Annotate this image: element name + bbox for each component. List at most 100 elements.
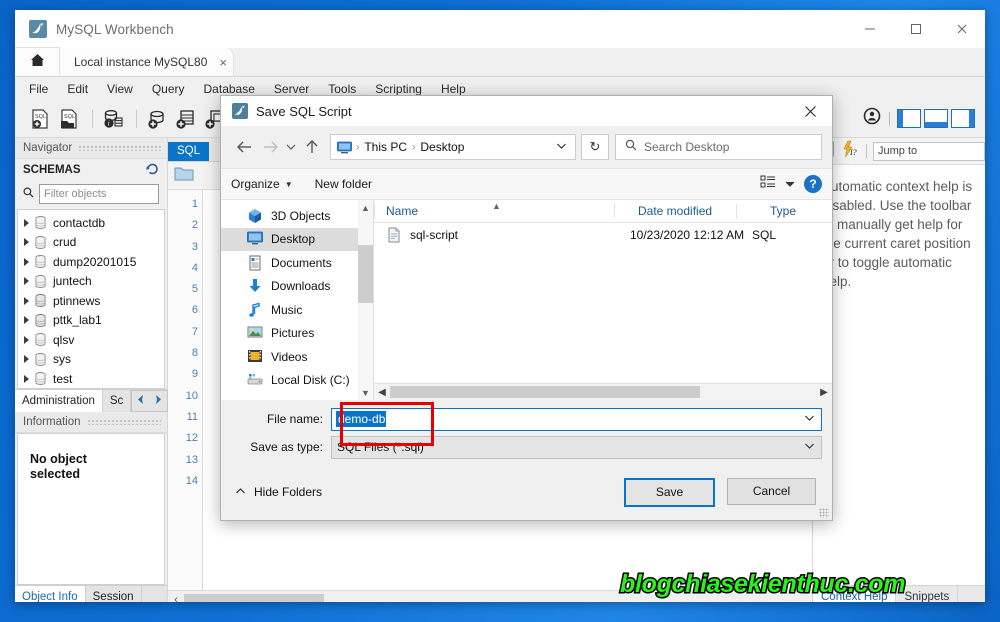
chevron-down-icon[interactable] <box>804 414 815 425</box>
help-icon[interactable]: ? <box>804 175 822 193</box>
breadcrumb-this-pc[interactable]: This PC <box>360 140 411 154</box>
expand-triangle-icon[interactable] <box>24 257 29 266</box>
refresh-button[interactable]: ↻ <box>581 134 609 160</box>
hide-folders-button[interactable]: Hide Folders <box>235 485 322 499</box>
organize-button[interactable]: Organize ▼ <box>231 177 293 191</box>
save-button[interactable]: Save <box>624 477 715 507</box>
arrow-up-icon[interactable] <box>299 134 325 160</box>
column-header-type[interactable]: Type <box>758 204 796 218</box>
tab-object-info[interactable]: Object Info <box>15 586 86 602</box>
tab-session[interactable]: Session <box>86 586 142 602</box>
chevron-down-icon[interactable] <box>785 175 795 193</box>
search-box[interactable]: Search Desktop <box>615 134 822 160</box>
menu-item-query[interactable]: Query <box>152 82 185 96</box>
nav-item-music[interactable]: Music <box>221 298 373 322</box>
schema-item[interactable]: dump20201015 <box>18 252 164 272</box>
address-bar[interactable]: › This PC › Desktop <box>330 134 576 160</box>
dialog-close-button[interactable] <box>788 96 832 126</box>
chevron-down-icon[interactable] <box>556 142 567 153</box>
file-name-combobox[interactable]: demo-db <box>331 407 822 431</box>
scroll-left-arrow-icon[interactable]: ◀ <box>374 387 390 398</box>
file-row[interactable]: sql-script 10/23/2020 12:12 AM SQL <box>374 223 832 247</box>
minimize-icon[interactable] <box>847 10 893 48</box>
schema-item[interactable]: contactdb <box>18 213 164 233</box>
nav-pane-scrollbar[interactable]: ▲ ▼ <box>358 200 373 400</box>
scrollbar-thumb[interactable] <box>358 245 373 303</box>
scroll-right-arrow-icon[interactable]: ▶ <box>816 387 832 398</box>
tab-administration[interactable]: Administration <box>15 390 103 412</box>
arrow-right-icon[interactable] <box>152 392 163 410</box>
new-schema-icon[interactable] <box>144 106 170 132</box>
close-icon[interactable] <box>939 10 985 48</box>
scrollbar-thumb[interactable] <box>390 386 700 398</box>
menu-item-scripting[interactable]: Scripting <box>375 82 422 96</box>
expand-triangle-icon[interactable] <box>24 374 29 383</box>
scroll-down-arrow-icon[interactable]: ▼ <box>358 385 373 400</box>
expand-triangle-icon[interactable] <box>24 218 29 227</box>
filter-objects-input[interactable]: Filter objects <box>39 184 159 204</box>
new-table-icon[interactable] <box>173 106 199 132</box>
nav-item-pictures[interactable]: Pictures <box>221 322 373 346</box>
nav-item-downloads[interactable]: Downloads <box>221 275 373 299</box>
column-header-date-modified[interactable]: Date modified <box>626 204 758 218</box>
chevron-down-icon[interactable] <box>283 134 299 160</box>
schema-item[interactable]: qlsv <box>18 330 164 350</box>
folder-icon[interactable] <box>174 165 194 187</box>
expand-triangle-icon[interactable] <box>24 277 29 286</box>
menu-item-help[interactable]: Help <box>441 82 466 96</box>
menu-item-tools[interactable]: Tools <box>328 82 356 96</box>
toggle-sidebar-icon[interactable] <box>897 109 921 128</box>
expand-triangle-icon[interactable] <box>24 238 29 247</box>
tab-snippets[interactable]: Snippets <box>896 586 959 602</box>
new-folder-button[interactable]: New folder <box>315 177 372 191</box>
tab-schemas[interactable]: Sc <box>103 390 132 412</box>
nav-item-desktop[interactable]: Desktop <box>221 227 373 251</box>
arrow-back-icon[interactable] <box>231 134 257 160</box>
nav-item-3d-objects[interactable]: 3D Objects <box>221 204 373 228</box>
nav-item-local-disk-c[interactable]: Local Disk (C:) <box>221 369 373 393</box>
scroll-up-arrow-icon[interactable]: ▲ <box>358 200 373 215</box>
search-input[interactable]: Search Desktop <box>644 140 729 154</box>
expand-triangle-icon[interactable] <box>24 355 29 364</box>
toggle-output-icon[interactable] <box>924 109 948 128</box>
open-sql-file-icon[interactable]: SQL <box>56 106 82 132</box>
auto-context-help-icon[interactable]: I? <box>842 140 860 163</box>
menu-item-edit[interactable]: Edit <box>67 82 88 96</box>
file-name-input[interactable]: demo-db <box>336 411 387 427</box>
new-sql-file-icon[interactable]: SQL <box>27 106 53 132</box>
breadcrumb-desktop[interactable]: Desktop <box>416 140 468 154</box>
schema-item[interactable]: crud <box>18 233 164 253</box>
expand-triangle-icon[interactable] <box>24 335 29 344</box>
view-layout-icon[interactable] <box>760 175 776 194</box>
menu-item-server[interactable]: Server <box>274 82 309 96</box>
file-list-horizontal-scrollbar[interactable]: ◀ ▶ <box>374 383 832 400</box>
menu-item-database[interactable]: Database <box>204 82 255 96</box>
admin-shield-icon[interactable] <box>863 107 881 130</box>
nav-item-videos[interactable]: Videos <box>221 345 373 369</box>
resize-grip[interactable] <box>819 508 829 518</box>
cancel-button[interactable]: Cancel <box>727 477 816 505</box>
chevron-left-icon[interactable]: ‹ <box>168 594 184 603</box>
schema-item[interactable]: sys <box>18 350 164 370</box>
expand-triangle-icon[interactable] <box>24 296 29 305</box>
maximize-icon[interactable] <box>893 10 939 48</box>
schema-item[interactable]: pttk_lab1 <box>18 311 164 331</box>
toggle-secondary-sidebar-icon[interactable] <box>951 109 975 128</box>
jump-to-input[interactable]: Jump to <box>873 141 985 161</box>
expand-triangle-icon[interactable] <box>24 316 29 325</box>
menu-item-file[interactable]: File <box>29 82 48 96</box>
schema-item[interactable]: test <box>18 369 164 388</box>
schema-item[interactable]: juntech <box>18 272 164 292</box>
connection-tab[interactable]: Local instance MySQL80 × <box>60 48 234 76</box>
nav-item-documents[interactable]: Documents <box>221 251 373 275</box>
chevron-down-icon[interactable] <box>804 442 815 453</box>
close-tab-icon[interactable]: × <box>219 55 227 70</box>
scrollbar-thumb[interactable] <box>184 594 324 602</box>
save-as-type-combobox[interactable]: SQL Files (*.sql) <box>331 435 822 459</box>
editor-tab-sql[interactable]: SQL <box>168 142 210 161</box>
server-status-icon[interactable]: i <box>100 106 126 132</box>
arrow-left-icon[interactable] <box>136 392 147 410</box>
refresh-icon[interactable] <box>146 162 159 178</box>
menu-item-view[interactable]: View <box>107 82 133 96</box>
schema-item[interactable]: ptinnews <box>18 291 164 311</box>
